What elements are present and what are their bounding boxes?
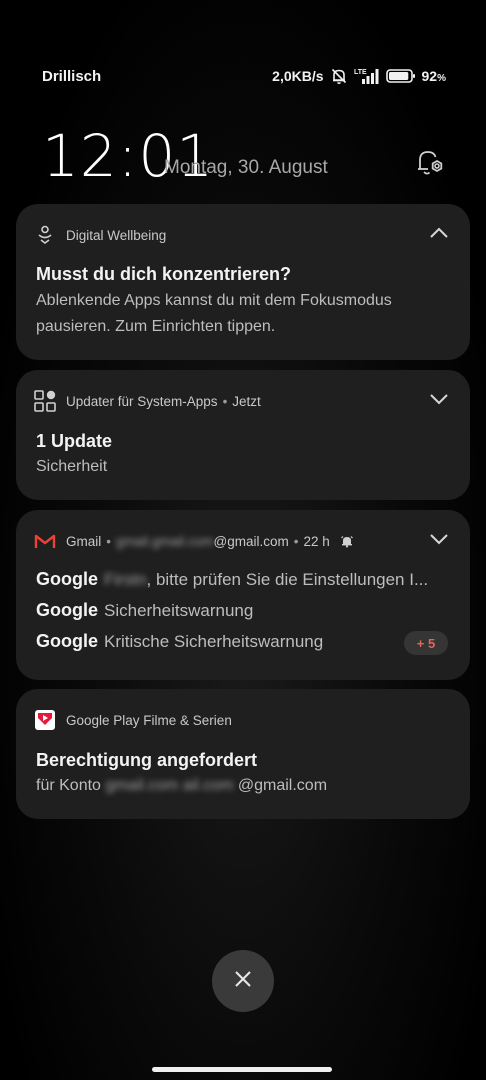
- status-bar: Drillisch 2,0KB/s LTE 92%: [0, 62, 486, 92]
- signal-icon: LTE: [354, 67, 380, 85]
- email-row[interactable]: Google Kritische Sicherheitswarnung: [36, 631, 450, 657]
- chevron-down-icon: [429, 532, 449, 550]
- status-icons: 2,0KB/s LTE 92%: [272, 67, 446, 85]
- apps-grid-icon: [34, 390, 56, 412]
- network-type-label: LTE: [354, 69, 367, 76]
- notification-time: 22 h: [303, 533, 330, 549]
- bell-off-icon: [330, 67, 348, 85]
- lock-screen: Drillisch 2,0KB/s LTE 92% 12:01 Montag, …: [0, 0, 486, 1080]
- notification-body: Ablenkende Apps kannst du mit dem Fokusm…: [36, 292, 392, 335]
- notification-gmail[interactable]: Gmail • gmail.gmail.com @gmail.com • 22 …: [16, 510, 470, 680]
- collapse-button[interactable]: [424, 220, 454, 250]
- carrier-name: Drillisch: [42, 68, 102, 85]
- email-subject: Kritische Sicherheitswarnung: [104, 632, 324, 651]
- app-name: Digital Wellbeing: [66, 227, 167, 243]
- chevron-up-icon: [429, 226, 449, 244]
- notification-header: Google Play Filme & Serien: [34, 707, 452, 733]
- app-name: Google Play Filme & Serien: [66, 712, 232, 728]
- email-subject: bitte prüfen Sie die Einstellungen I...: [155, 570, 429, 589]
- notification-title: Musst du dich konzentrieren?: [36, 264, 292, 284]
- notification-title: Berechtigung angefordert: [36, 750, 258, 770]
- gmail-icon: [34, 530, 56, 552]
- expand-button[interactable]: [424, 526, 454, 556]
- notification-body: für Konto gmail.com ail.com @gmail.com: [36, 773, 450, 799]
- app-name: Updater für System-Apps: [66, 393, 218, 409]
- digital-wellbeing-icon: [34, 224, 56, 246]
- notification-play-movies[interactable]: Google Play Filme & Serien Berechtigung …: [16, 689, 470, 819]
- email-subject: Sicherheitswarnung: [104, 601, 254, 620]
- shade-header: 12:01 Montag, 30. August: [0, 118, 486, 190]
- close-icon: [234, 970, 252, 993]
- notification-header: Digital Wellbeing: [34, 222, 452, 248]
- notification-body: Sicherheit: [36, 458, 108, 475]
- notification-title: 1 Update: [36, 431, 113, 451]
- app-name: Gmail: [66, 533, 102, 549]
- account-domain: @gmail.com: [213, 533, 289, 549]
- notification-digital-wellbeing[interactable]: Digital Wellbeing Musst du dich konzentr…: [16, 204, 470, 360]
- clear-all-button[interactable]: [212, 950, 274, 1012]
- notification-system-updater[interactable]: Updater für System-Apps • Jetzt 1 Update…: [16, 370, 470, 500]
- email-sender: Google: [36, 569, 98, 589]
- alarm-bell-icon: [340, 534, 354, 548]
- net-speed: 2,0KB/s: [272, 68, 324, 84]
- home-indicator[interactable]: [152, 1067, 332, 1072]
- expand-button[interactable]: [424, 386, 454, 416]
- account-email-blurred: gmail.com ail.com: [105, 777, 234, 794]
- battery-icon: [385, 68, 416, 84]
- email-row[interactable]: Google Firstn, bitte prüfen Sie die Einst…: [36, 569, 450, 595]
- email-sender: Google: [36, 631, 98, 651]
- notification-settings-button[interactable]: [410, 146, 448, 184]
- more-count-badge[interactable]: + 5: [404, 631, 448, 655]
- email-sender: Google: [36, 600, 98, 620]
- email-row[interactable]: Google Sicherheitswarnung: [36, 600, 450, 626]
- notification-time: Jetzt: [232, 393, 261, 409]
- clock: 12:01: [42, 122, 215, 190]
- play-movies-icon: [34, 709, 56, 731]
- chevron-down-icon: [429, 392, 449, 410]
- notification-header: Gmail • gmail.gmail.com @gmail.com • 22 …: [34, 528, 452, 554]
- email-blurred-name: Firstn: [104, 570, 147, 589]
- date: Montag, 30. August: [164, 157, 328, 178]
- battery-percent: 92%: [421, 68, 446, 84]
- notification-settings-icon: [413, 147, 445, 184]
- account-email-blurred: gmail.gmail.com: [116, 533, 214, 549]
- notification-header: Updater für System-Apps • Jetzt: [34, 388, 452, 414]
